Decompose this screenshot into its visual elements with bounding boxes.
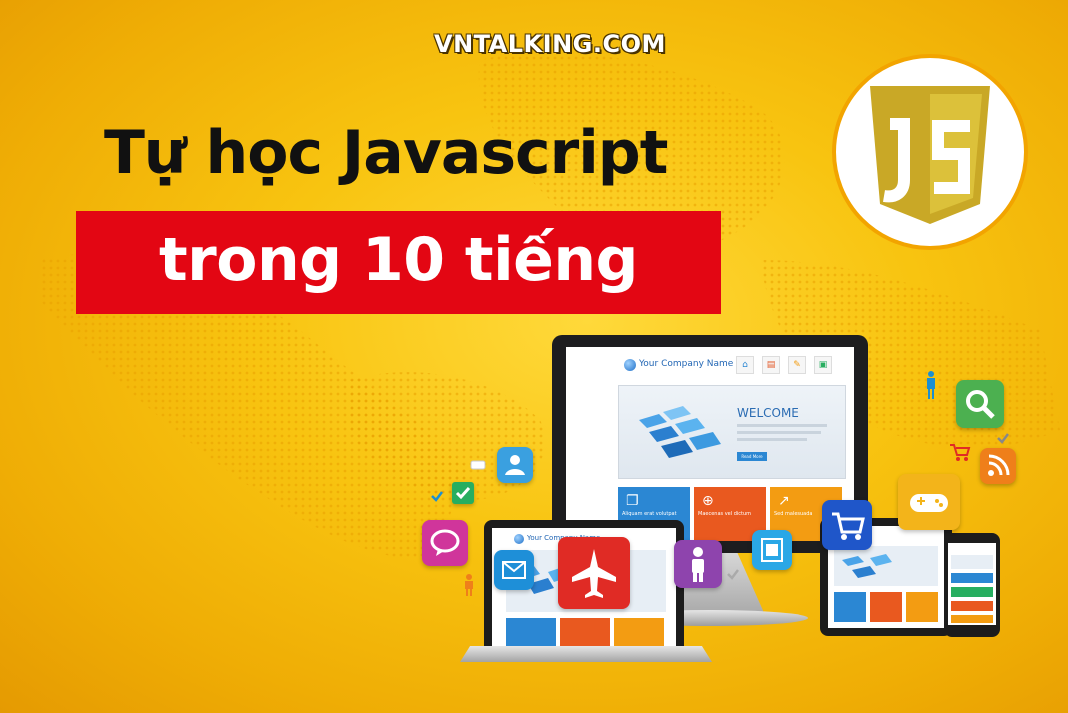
blog-nav-icon: ✎ <box>788 356 806 374</box>
home-nav-icon: ⌂ <box>736 356 754 374</box>
company-logo-icon <box>624 359 636 371</box>
company-logo-icon <box>514 534 524 544</box>
banner-canvas: VNTALKING.COM Tự học Javascript trong 10… <box>0 0 1068 713</box>
subtitle-text: trong 10 tiếng <box>158 225 639 295</box>
laptop-base <box>460 646 712 662</box>
chat-icon: ❐ <box>626 493 639 509</box>
feature-tile <box>506 618 556 646</box>
rss-icon <box>980 448 1016 484</box>
smartphone <box>944 533 1000 637</box>
tile-label: Sed malesuada <box>774 511 813 517</box>
welcome-heading: WELCOME <box>737 406 799 420</box>
checkbox-icon <box>452 482 474 504</box>
mail-icon <box>494 550 534 590</box>
tile-label: Maecenas vel dictum <box>698 511 752 517</box>
monitor-screen: Your Company Name ⌂ ▤ ✎ ▣ WELCOME Read M… <box>566 347 854 541</box>
person-icon <box>927 371 935 399</box>
subtitle-banner: trong 10 tiếng <box>76 211 721 314</box>
check-icon <box>727 569 739 580</box>
feature-tile <box>951 573 993 583</box>
person-icon <box>465 574 473 596</box>
chat-bubble-icon <box>422 520 468 566</box>
cart-icon <box>822 500 872 550</box>
film-icon <box>752 530 792 570</box>
feature-tile <box>614 618 664 646</box>
feature-tile <box>951 601 993 611</box>
chart-icon: ↗ <box>778 493 790 509</box>
cart-icon <box>950 444 971 461</box>
chat-icon <box>470 460 486 470</box>
plane-icon <box>558 537 630 609</box>
tile-label: Aliquam erat volutpat <box>622 511 677 517</box>
text-line <box>737 431 821 434</box>
check-icon <box>997 433 1009 444</box>
feature-tile <box>560 618 610 646</box>
js-shield-icon <box>832 54 1028 250</box>
text-line <box>737 438 807 441</box>
hero-slider: WELCOME Read More <box>618 385 846 479</box>
tablet-hero <box>834 546 938 586</box>
phone-hero <box>951 555 993 569</box>
text-line <box>737 424 827 427</box>
feature-tile <box>951 615 993 623</box>
feature-tile <box>870 592 902 622</box>
globe-icon: ⊕ <box>702 493 714 509</box>
feature-tile <box>951 587 993 597</box>
headline: Tự học Javascript <box>104 118 668 188</box>
website-header: Your Company Name ⌂ ▤ ✎ ▣ <box>566 347 854 383</box>
tiles-graphic <box>842 554 892 578</box>
tiles-graphic <box>639 406 721 458</box>
user-icon <box>497 447 533 483</box>
check-icon <box>431 491 443 502</box>
feature-tile <box>906 592 938 622</box>
feature-tile <box>834 592 866 622</box>
profile-nav-icon: ▤ <box>762 356 780 374</box>
read-more-button[interactable]: Read More <box>737 452 767 461</box>
phone-screen <box>948 543 996 625</box>
person-icon <box>674 540 722 588</box>
company-name: Your Company Name <box>639 359 734 369</box>
contact-nav-icon: ▣ <box>814 356 832 374</box>
site-name: VNTALKING.COM <box>434 30 666 58</box>
search-icon <box>956 380 1004 428</box>
gamepad-icon <box>898 474 960 530</box>
